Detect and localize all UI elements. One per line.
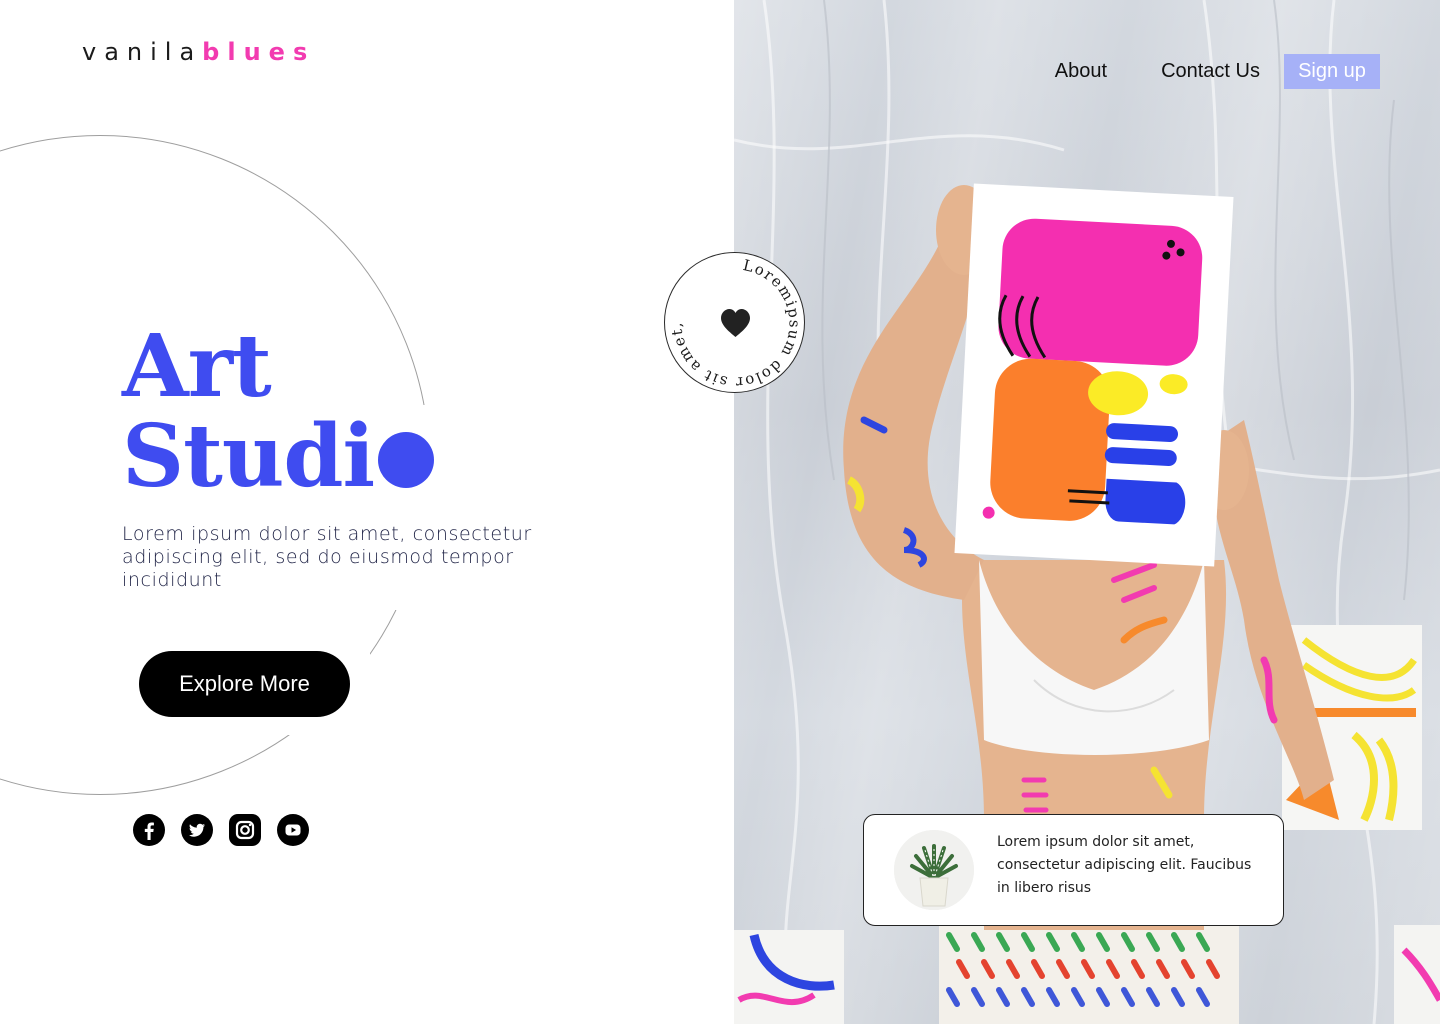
plant-icon [894,830,974,910]
card-thumbnail [894,830,974,910]
hero-description: Lorem ipsum dolor sit amet, consectetur … [122,523,532,591]
hero-title-line2-text: Studi [122,406,375,507]
hero-title: Art Studi [122,316,435,502]
card-text: Lorem ipsum dolor sit amet, consectetur … [997,834,1252,896]
hero-title-line2: Studi [122,412,435,502]
logo-accent: blues [202,38,316,66]
explore-more-button[interactable]: Explore More [139,651,350,717]
facebook-icon[interactable] [133,814,165,846]
social-links [133,814,309,846]
instagram-icon[interactable] [229,814,261,846]
hero-dot [378,432,435,488]
twitter-icon[interactable] [181,814,213,846]
circular-badge: Loremipsum dolor sit amet, cons [664,252,805,393]
youtube-icon[interactable] [277,814,309,846]
hero-title-line1: Art [122,316,272,417]
nav-contact-us[interactable]: Contact Us [1161,60,1260,83]
brand-logo[interactable]: vanilablues [82,38,315,66]
logo-main: vanila [82,38,203,66]
left-panel: vanilablues Art Studi Lorem ipsum dolor … [0,0,734,1024]
badge-graphic: Loremipsum dolor sit amet, cons [665,253,802,392]
nav-about[interactable]: About [1055,60,1107,83]
signup-button[interactable]: Sign up [1284,54,1380,89]
heart-icon [721,309,750,337]
info-card[interactable]: Lorem ipsum dolor sit amet, consectetur … [863,814,1284,926]
top-nav: About Contact Us Sign up [1055,54,1380,89]
